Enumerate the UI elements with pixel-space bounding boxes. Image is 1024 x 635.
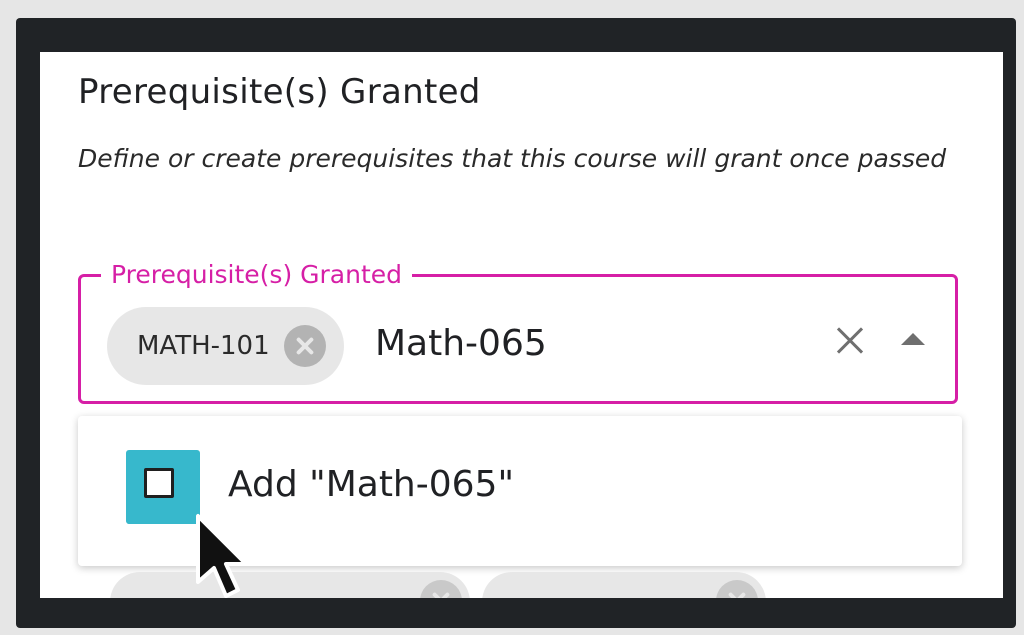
checkbox-icon[interactable] bbox=[144, 468, 174, 498]
close-icon[interactable] bbox=[833, 325, 865, 357]
partial-chip-1[interactable] bbox=[110, 572, 470, 598]
chip-delete-icon[interactable] bbox=[283, 325, 326, 367]
section-title: Prerequisite(s) Granted bbox=[78, 72, 481, 112]
prerequisite-search-input[interactable] bbox=[375, 313, 815, 373]
chip-label: MATH-101 bbox=[137, 331, 270, 361]
section-description: Define or create prerequisites that this… bbox=[78, 144, 947, 173]
mouse-pointer-icon bbox=[196, 514, 248, 598]
chip-math-101[interactable]: MATH-101 bbox=[107, 307, 344, 385]
screen-background: Prerequisite(s) Granted Define or create… bbox=[0, 0, 1024, 635]
chip-delete-icon[interactable] bbox=[716, 580, 758, 598]
prerequisites-granted-field[interactable]: Prerequisite(s) Granted MATH-101 bbox=[78, 257, 958, 404]
caret-up-icon[interactable] bbox=[901, 333, 925, 345]
partial-chip-2[interactable] bbox=[482, 572, 766, 598]
checkbox-highlight[interactable] bbox=[126, 450, 200, 524]
chip-delete-icon[interactable] bbox=[420, 580, 462, 598]
prerequisites-panel: Prerequisite(s) Granted Define or create… bbox=[40, 52, 1003, 598]
add-option-label: Add "Math-065" bbox=[228, 464, 515, 505]
field-label: Prerequisite(s) Granted bbox=[101, 257, 413, 293]
